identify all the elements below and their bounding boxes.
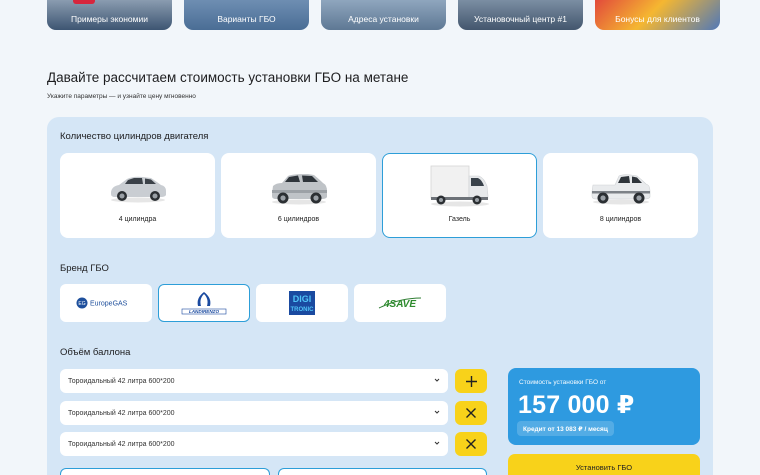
close-icon	[466, 439, 476, 449]
page-title: Давайте рассчитаем стоимость установки Г…	[47, 70, 409, 85]
tank-select-value: Тороидальный 42 литра 600*200	[68, 440, 175, 448]
tank-select[interactable]: Тороидальный 42 литра 600*200	[60, 369, 448, 393]
cylinder-option-label: 4 цилиндра	[118, 216, 157, 223]
price-label: Стоимость установки ГБО от	[519, 379, 607, 386]
4save-logo: 4SAVE	[378, 297, 422, 310]
card-label: Варианты ГБО	[217, 14, 276, 24]
add-tank-button[interactable]	[455, 369, 487, 393]
tank-row: Тороидальный 42 литра 600*200	[60, 432, 487, 456]
brand-logo-text: DIGI	[293, 294, 312, 304]
brand-option-digitronic[interactable]: DIGI TRONIC	[256, 284, 348, 322]
van-icon	[430, 165, 489, 207]
tank-select-value: Тороидальный 42 литра 600*200	[68, 377, 175, 385]
cylinder-option-6[interactable]: 6 цилиндров	[221, 153, 376, 238]
brand-name: 4SAVE	[383, 299, 416, 310]
cylinder-option-gazel[interactable]: Газель	[382, 153, 537, 238]
remove-tank-button[interactable]	[455, 432, 487, 456]
tank-row: Тороидальный 42 литра 600*200	[60, 401, 487, 425]
brand-name: LANDIRENZO	[189, 309, 220, 314]
brand-options: EG EuropeGAS LANDIRENZO DIGI TRONIC 4SAV…	[60, 284, 446, 322]
calculator-panel: Количество цилиндров двигателя 4 цилиндр…	[47, 117, 713, 475]
chevron-down-icon	[434, 441, 440, 445]
card-client-bonuses[interactable]: Бонусы для клиентов	[595, 0, 720, 30]
cylinder-option-label: Газель	[448, 216, 471, 223]
digitronic-logo: DIGI TRONIC	[289, 291, 315, 315]
cylinder-option-label: 6 цилиндров	[277, 216, 320, 223]
suv-icon	[271, 174, 327, 205]
tank-select[interactable]: Тороидальный 42 литра 600*200	[60, 401, 448, 425]
card-gbo-variants[interactable]: Варианты ГБО	[184, 0, 309, 30]
card-label: Адреса установки	[348, 14, 419, 24]
option-card[interactable]	[278, 468, 487, 475]
pickup-icon	[591, 174, 650, 205]
card-install-addresses[interactable]: Адреса установки	[321, 0, 446, 30]
tank-select[interactable]: Тороидальный 42 литра 600*200	[60, 432, 448, 456]
price-value: 157 000 ₽	[518, 391, 635, 419]
brand-option-4save[interactable]: 4SAVE	[354, 284, 446, 322]
card-label: Бонусы для клиентов	[615, 14, 700, 24]
page-subtitle: Укажите параметры — и узнайте цену мгнов…	[47, 93, 196, 100]
top-cards: Примеры экономии Варианты ГБО Адреса уст…	[47, 0, 720, 30]
price-box: Стоимость установки ГБО от 157 000 ₽ Кре…	[508, 368, 700, 445]
chevron-down-icon	[434, 410, 440, 414]
chevron-down-icon	[434, 378, 440, 382]
brand-option-landirenzo[interactable]: LANDIRENZO	[158, 284, 250, 322]
brand-label: Бренд ГБО	[60, 263, 109, 274]
card-label: Примеры экономии	[71, 14, 148, 24]
card-savings-examples[interactable]: Примеры экономии	[47, 0, 172, 30]
card-decoration	[73, 0, 95, 4]
brand-logo-text: TRONIC	[291, 307, 315, 313]
cylinder-option-label: 8 цилиндров	[599, 216, 642, 223]
cylinders-options: 4 цилиндра 6 цилиндров Газель 8 цилиндро…	[60, 153, 698, 238]
svg-text:EG: EG	[78, 301, 85, 307]
tank-row: Тороидальный 42 литра 600*200	[60, 369, 487, 393]
cylinder-option-4[interactable]: 4 цилиндра	[60, 153, 215, 238]
credit-badge: Кредит от 13 083 ₽ / месяц	[517, 421, 614, 436]
card-label: Установочный центр #1	[474, 14, 567, 24]
close-icon	[466, 408, 476, 418]
sedan-icon	[110, 176, 166, 203]
install-gbo-button[interactable]: Установить ГБО	[508, 454, 700, 475]
option-card[interactable]	[60, 468, 270, 475]
tank-select-value: Тороидальный 42 литра 600*200	[68, 409, 175, 417]
remove-tank-button[interactable]	[455, 401, 487, 425]
card-install-center[interactable]: Установочный центр #1	[458, 0, 583, 30]
brand-option-europegas[interactable]: EG EuropeGAS	[60, 284, 152, 322]
tank-label: Объём баллона	[60, 347, 131, 358]
cylinder-option-8[interactable]: 8 цилиндров	[543, 153, 698, 238]
landirenzo-logo: LANDIRENZO	[181, 292, 227, 315]
brand-name: EuropeGAS	[90, 301, 128, 308]
cylinders-label: Количество цилиндров двигателя	[60, 131, 209, 142]
europegas-logo: EG EuropeGAS	[76, 297, 128, 309]
plus-icon	[465, 375, 477, 387]
